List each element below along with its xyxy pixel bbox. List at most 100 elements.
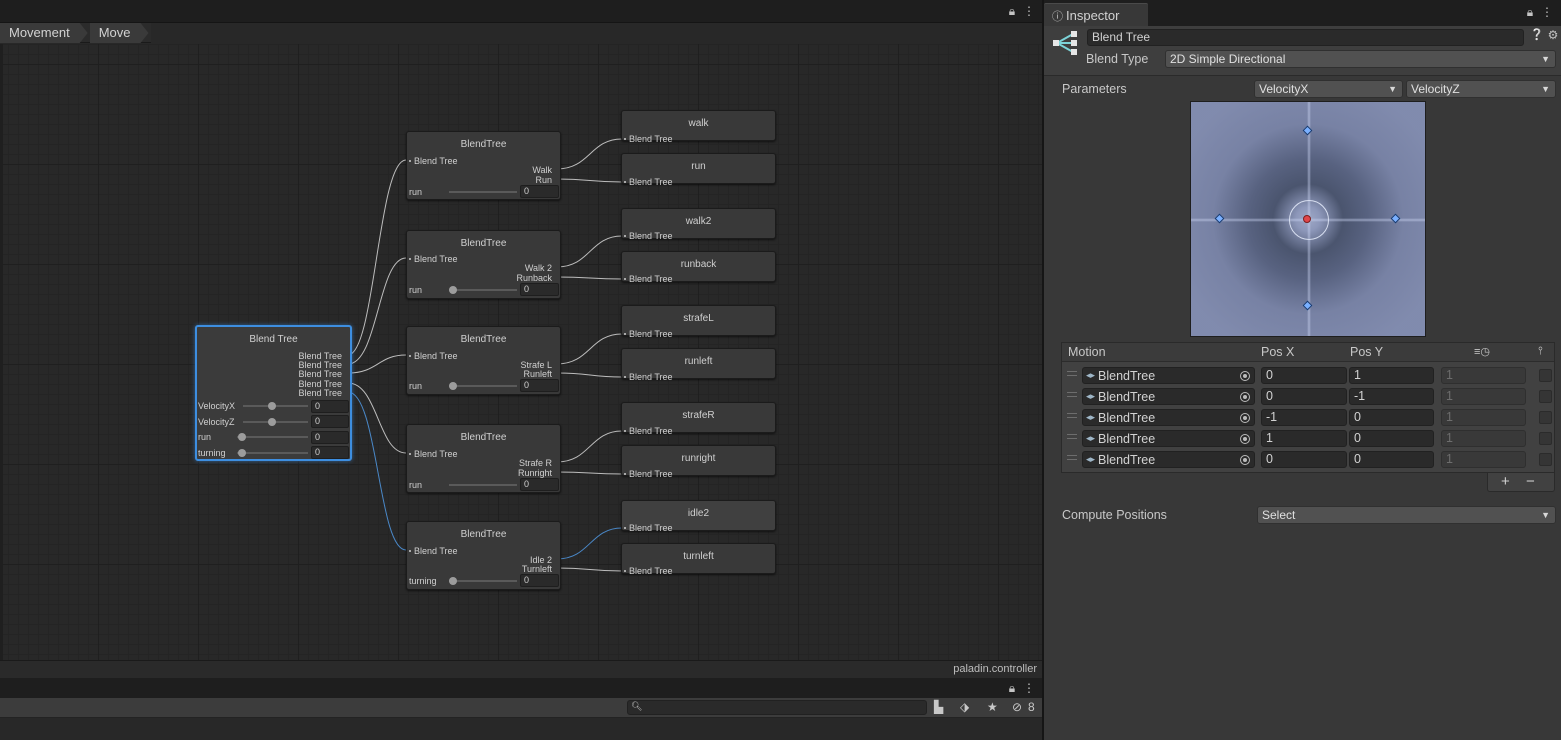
clip-node-runleft[interactable]: runleft Blend Tree [621, 348, 776, 382]
remove-motion-button[interactable]: − [1526, 473, 1535, 490]
target-icon[interactable] [1240, 455, 1250, 465]
name-field[interactable]: Blend Tree [1087, 29, 1524, 46]
slider-knob[interactable] [449, 382, 457, 390]
param-value[interactable]: 0 [311, 431, 349, 444]
input-port-label[interactable]: Blend Tree [624, 274, 673, 284]
input-port-label[interactable]: Blend Tree [409, 254, 458, 264]
input-port-label[interactable]: Blend Tree [624, 177, 673, 187]
param-slider[interactable] [237, 452, 308, 454]
mirror-checkbox[interactable] [1539, 390, 1552, 403]
input-port-label[interactable]: Blend Tree [624, 372, 673, 382]
param-value[interactable]: 0 [311, 446, 349, 459]
pos-y-field[interactable]: 1 [1349, 367, 1434, 384]
target-icon[interactable] [1240, 413, 1250, 423]
pos-y-field[interactable]: 0 [1349, 451, 1434, 468]
mirror-icon[interactable]: ⫯ [1538, 345, 1543, 358]
current-position-marker[interactable] [1303, 215, 1311, 223]
slider-knob[interactable] [238, 433, 246, 441]
menu-icon[interactable]: ⋮ [1540, 5, 1554, 19]
tab-inspector[interactable]: ⓘ Inspector [1044, 3, 1148, 26]
pos-y-field[interactable]: 0 [1349, 409, 1434, 426]
motion-field[interactable]: ◂▸ BlendTree [1082, 388, 1255, 405]
lock-icon[interactable]: 🔒︎ [1005, 681, 1019, 695]
root-blend-tree-node[interactable]: Blend Tree Blend Tree Blend Tree Blend T… [195, 325, 352, 461]
output-port-label[interactable]: Run [535, 175, 552, 185]
output-port-label[interactable]: Walk [532, 165, 552, 175]
input-port-label[interactable]: Blend Tree [624, 426, 673, 436]
blend-type-dropdown[interactable]: 2D Simple Directional ▼ [1165, 50, 1556, 68]
lock-icon[interactable]: 🔒︎ [1523, 5, 1537, 19]
clip-node-strafe-left[interactable]: strafeL Blend Tree [621, 305, 776, 339]
pos-y-field[interactable]: -1 [1349, 388, 1434, 405]
drag-handle-icon[interactable] [1067, 371, 1077, 376]
clip-node-runright[interactable]: runright Blend Tree [621, 445, 776, 479]
output-port-label[interactable]: Blend Tree [298, 369, 342, 379]
slider-knob[interactable] [268, 418, 276, 426]
slider-knob[interactable] [449, 577, 457, 585]
add-motion-button[interactable]: + [1501, 473, 1510, 490]
filter-icon[interactable]: ▙ [934, 700, 943, 714]
settings-icon[interactable]: ⚙ [1546, 28, 1560, 42]
drag-handle-icon[interactable] [1067, 434, 1077, 439]
clip-node-walk2[interactable]: walk2 Blend Tree [621, 208, 776, 241]
input-port-label[interactable]: Blend Tree [624, 566, 673, 576]
clip-node-turnleft[interactable]: turnleft Blend Tree [621, 543, 776, 576]
input-port-label[interactable]: Blend Tree [624, 469, 673, 479]
drag-handle-icon[interactable] [1067, 392, 1077, 397]
pos-y-field[interactable]: 0 [1349, 430, 1434, 447]
pos-x-field[interactable]: -1 [1261, 409, 1347, 426]
param-value[interactable]: 0 [311, 400, 349, 413]
breadcrumb-movement[interactable]: Movement [0, 23, 88, 43]
target-icon[interactable] [1240, 392, 1250, 402]
output-port-label[interactable]: Turnleft [522, 564, 552, 574]
param-value[interactable]: 0 [520, 283, 559, 296]
param-value[interactable]: 0 [520, 185, 559, 198]
output-port-label[interactable]: Walk 2 [525, 263, 552, 273]
slider-knob[interactable] [449, 286, 457, 294]
blend-tree-node-strafe-right[interactable]: BlendTree Blend Tree Strafe R Runright r… [406, 424, 561, 493]
motion-field[interactable]: ◂▸ BlendTree [1082, 367, 1255, 384]
param-slider[interactable] [449, 289, 517, 291]
input-port-label[interactable]: Blend Tree [409, 449, 458, 459]
input-port-label[interactable]: Blend Tree [624, 134, 673, 144]
blend-tree-node-idle[interactable]: BlendTree Blend Tree Idle 2 Turnleft tur… [406, 521, 561, 590]
param-value[interactable]: 0 [520, 574, 559, 587]
clip-node-run[interactable]: run Blend Tree [621, 153, 776, 187]
param-value[interactable]: 0 [520, 478, 559, 491]
pos-x-field[interactable]: 0 [1261, 388, 1347, 405]
param-slider[interactable] [449, 484, 517, 486]
mirror-checkbox[interactable] [1539, 411, 1552, 424]
param-value[interactable]: 0 [520, 379, 559, 392]
pos-x-field[interactable]: 0 [1261, 451, 1347, 468]
drag-handle-icon[interactable] [1067, 455, 1077, 460]
param-slider[interactable] [449, 385, 517, 387]
clip-node-runback[interactable]: runback Blend Tree [621, 251, 776, 284]
tag-icon[interactable]: ⬗ [960, 700, 969, 714]
output-port-label[interactable]: Strafe R [519, 458, 552, 468]
motion-field[interactable]: ◂▸ BlendTree [1082, 409, 1255, 426]
clip-node-strafe-right[interactable]: strafeR Blend Tree [621, 402, 776, 436]
clip-node-idle2[interactable]: idle2 Blend Tree [621, 500, 776, 533]
input-port-label[interactable]: Blend Tree [409, 156, 458, 166]
output-port-label[interactable]: Runback [516, 273, 552, 283]
blend-tree-node-walk2[interactable]: BlendTree Blend Tree Walk 2 Runback run … [406, 230, 561, 299]
mirror-checkbox[interactable] [1539, 432, 1552, 445]
pos-x-field[interactable]: 0 [1261, 367, 1347, 384]
param-slider[interactable] [449, 580, 517, 582]
slider-knob[interactable] [238, 449, 246, 457]
mirror-checkbox[interactable] [1539, 453, 1552, 466]
help-icon[interactable]: ❔ [1530, 28, 1544, 42]
input-port-label[interactable]: Blend Tree [409, 546, 458, 556]
blend-tree-node-walk[interactable]: BlendTree Blend Tree Walk Run run 0 [406, 131, 561, 200]
param-slider[interactable] [237, 436, 308, 438]
blend-tree-node-strafe-left[interactable]: BlendTree Blend Tree Strafe L Runleft ru… [406, 326, 561, 395]
input-port-label[interactable]: Blend Tree [624, 523, 673, 533]
input-port-label[interactable]: Blend Tree [409, 351, 458, 361]
menu-icon[interactable]: ⋮ [1022, 681, 1036, 695]
hidden-icon[interactable]: ⊘ [1012, 700, 1022, 714]
target-icon[interactable] [1240, 434, 1250, 444]
param-slider[interactable] [449, 191, 517, 193]
param-y-dropdown[interactable]: VelocityZ ▼ [1406, 80, 1556, 98]
param-value[interactable]: 0 [311, 415, 349, 428]
motion-field[interactable]: ◂▸ BlendTree [1082, 430, 1255, 447]
